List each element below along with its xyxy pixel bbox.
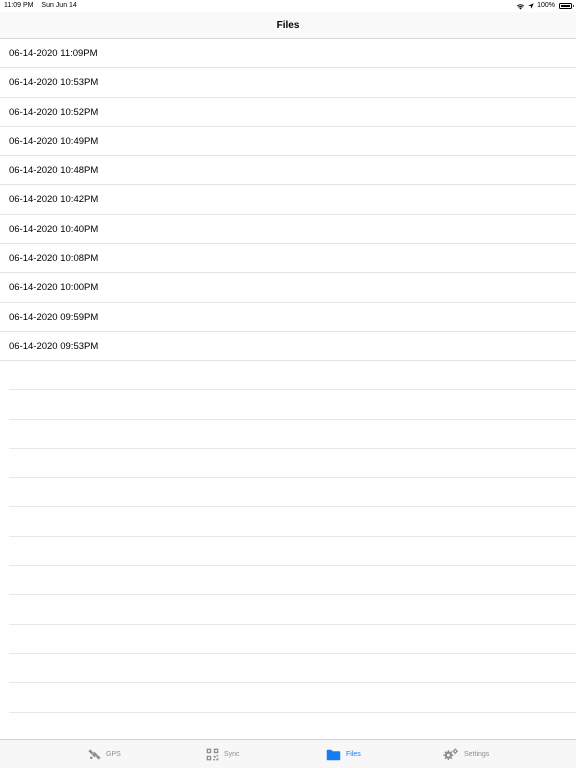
empty-row-separator [9, 478, 576, 508]
file-row[interactable]: 06-14-2020 10:53PM [0, 68, 576, 98]
empty-row-separator [9, 420, 576, 449]
file-row[interactable]: 06-14-2020 11:09PM [0, 39, 576, 69]
file-row[interactable]: 06-14-2020 10:49PM [0, 127, 576, 157]
empty-row-separator [9, 537, 576, 567]
tab-label: Settings [464, 751, 490, 758]
wifi-icon [516, 3, 525, 9]
file-name: 06-14-2020 09:53PM [9, 340, 99, 352]
file-name: 06-14-2020 10:42PM [9, 194, 99, 206]
file-row[interactable]: 06-14-2020 10:00PM [0, 273, 576, 303]
file-name: 06-14-2020 10:49PM [9, 135, 99, 147]
file-row[interactable]: 06-14-2020 09:59PM [0, 303, 576, 332]
empty-row-separator [9, 625, 576, 654]
file-row[interactable]: 06-14-2020 10:48PM [0, 156, 576, 186]
page-title: Files [276, 20, 300, 31]
tab-settings[interactable]: Settings [443, 740, 489, 768]
file-row[interactable]: 06-14-2020 10:42PM [0, 185, 576, 215]
empty-row-separator [9, 654, 576, 684]
file-row[interactable]: 06-14-2020 10:08PM [0, 244, 576, 274]
tab-label: Files [346, 751, 361, 758]
tab-label: GPS [106, 751, 121, 758]
file-row[interactable]: 06-14-2020 09:53PM [0, 332, 576, 362]
empty-row-separator [9, 361, 576, 391]
tab-sync[interactable]: Sync [206, 740, 240, 768]
location-arrow-icon [528, 3, 534, 9]
status-bar: 11:09 PM Sun Jun 14 100% [0, 0, 576, 12]
file-row[interactable]: 06-14-2020 10:52PM [0, 98, 576, 127]
qr-code-icon [206, 748, 219, 761]
battery-icon [559, 3, 574, 9]
empty-row-separator [9, 713, 576, 742]
empty-row-separator [9, 683, 576, 713]
tab-gps[interactable]: GPS [88, 740, 121, 768]
file-list: 06-14-2020 11:09PM 06-14-2020 10:53PM 06… [0, 39, 576, 362]
tab-label: Sync [224, 751, 240, 758]
status-time: 11:09 PM [4, 2, 34, 9]
file-name: 06-14-2020 11:09PM [9, 48, 98, 59]
gears-icon [443, 748, 459, 761]
status-right: 100% [516, 0, 574, 12]
file-name: 06-14-2020 09:59PM [9, 311, 99, 323]
file-name: 06-14-2020 10:00PM [9, 282, 99, 294]
files-screen: 11:09 PM Sun Jun 14 100% Files 06-14-202… [0, 0, 576, 768]
empty-row-separator [9, 507, 576, 537]
folder-icon [326, 749, 341, 760]
tab-files[interactable]: Files [326, 740, 361, 768]
status-date: Sun Jun 14 [41, 2, 77, 9]
file-name: 06-14-2020 10:08PM [9, 253, 99, 265]
file-row[interactable]: 06-14-2020 10:40PM [0, 215, 576, 245]
file-name: 06-14-2020 10:48PM [9, 165, 99, 177]
satellite-icon [88, 749, 101, 760]
file-name: 06-14-2020 10:53PM [9, 77, 99, 89]
file-name: 06-14-2020 10:52PM [9, 106, 99, 118]
empty-table-area [0, 361, 576, 742]
status-left: 11:09 PM Sun Jun 14 [4, 0, 77, 12]
empty-row-separator [9, 449, 576, 479]
tab-bar: GPS Sync Files Settings [0, 739, 576, 768]
empty-row-separator [9, 390, 576, 420]
file-name: 06-14-2020 10:40PM [9, 223, 99, 235]
empty-row-separator [9, 595, 576, 625]
empty-row-separator [9, 566, 576, 596]
navigation-bar: Files [0, 12, 576, 39]
battery-percent: 100% [537, 2, 555, 9]
